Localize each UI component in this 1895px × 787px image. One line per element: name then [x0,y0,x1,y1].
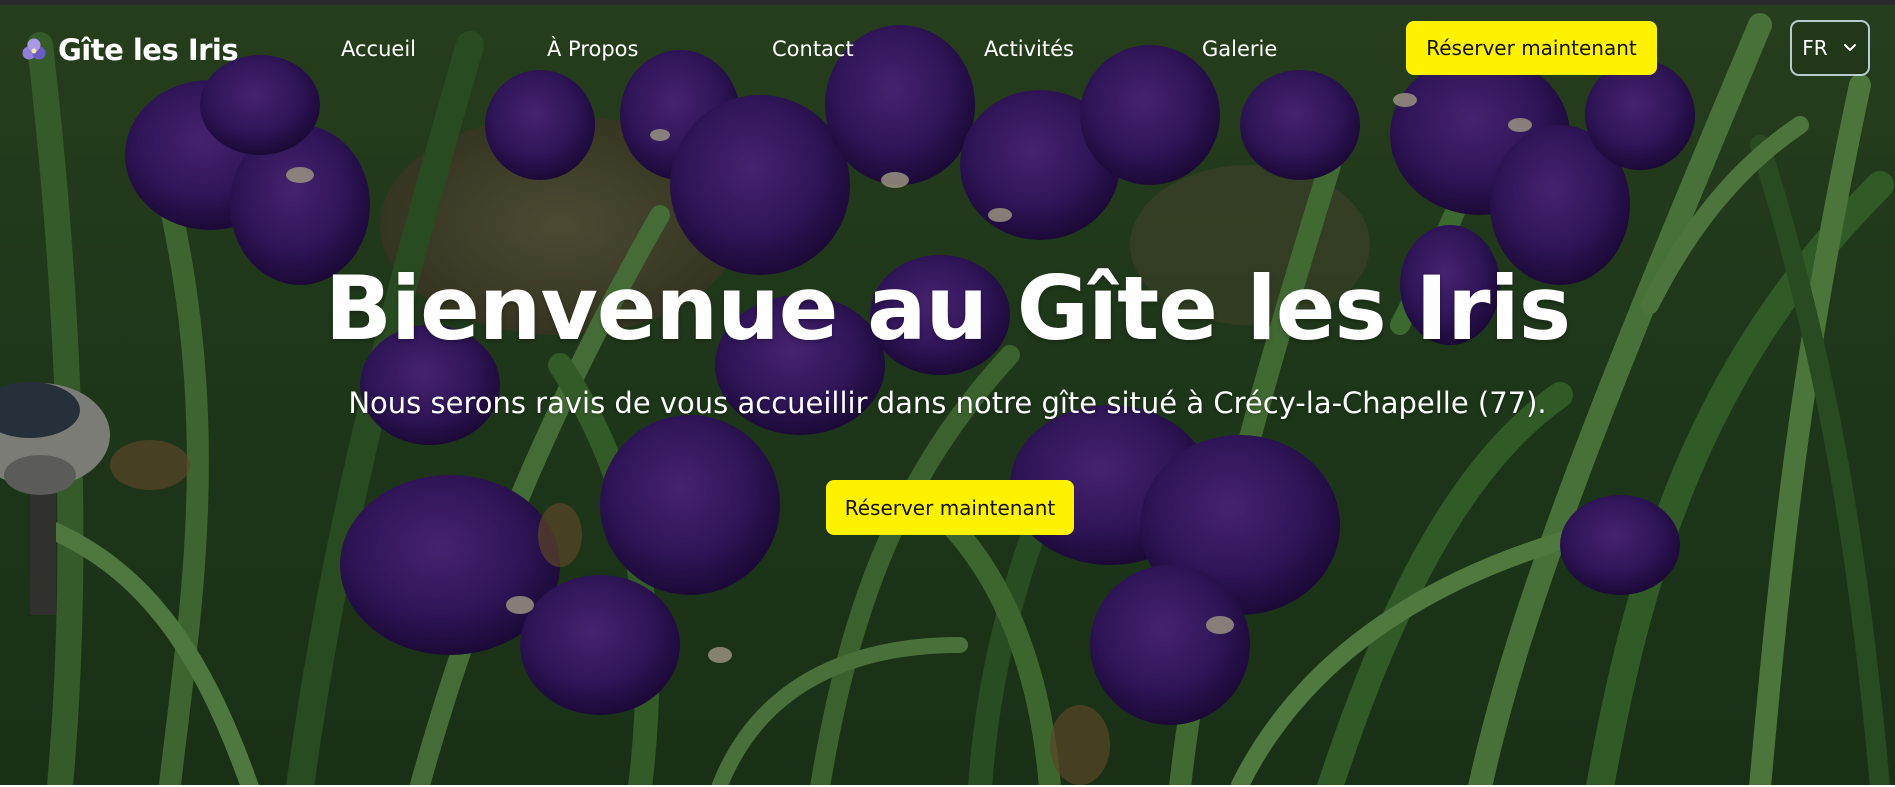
iris-flower-icon [20,36,48,64]
nav-link-galerie[interactable]: Galerie [1202,37,1277,61]
main-navbar: Gîte les Iris Accueil À Propos Contact A… [0,5,1895,95]
language-selected: FR [1802,36,1828,60]
language-selector[interactable]: FR [1790,20,1870,76]
chevron-down-icon [1842,36,1858,60]
hero-book-now-button[interactable]: Réserver maintenant [826,480,1074,535]
brand-name: Gîte les Iris [58,33,239,67]
nav-link-contact[interactable]: Contact [772,37,854,61]
nav-book-now-button[interactable]: Réserver maintenant [1406,21,1657,75]
brand-logo-link[interactable]: Gîte les Iris [20,33,239,67]
nav-link-activites[interactable]: Activités [984,37,1074,61]
nav-link-a-propos[interactable]: À Propos [547,37,638,61]
nav-link-accueil[interactable]: Accueil [341,37,416,61]
hero-subtitle: Nous serons ravis de vous accueillir dan… [348,386,1547,420]
hero-title: Bienvenue au Gîte les Iris [324,257,1571,360]
